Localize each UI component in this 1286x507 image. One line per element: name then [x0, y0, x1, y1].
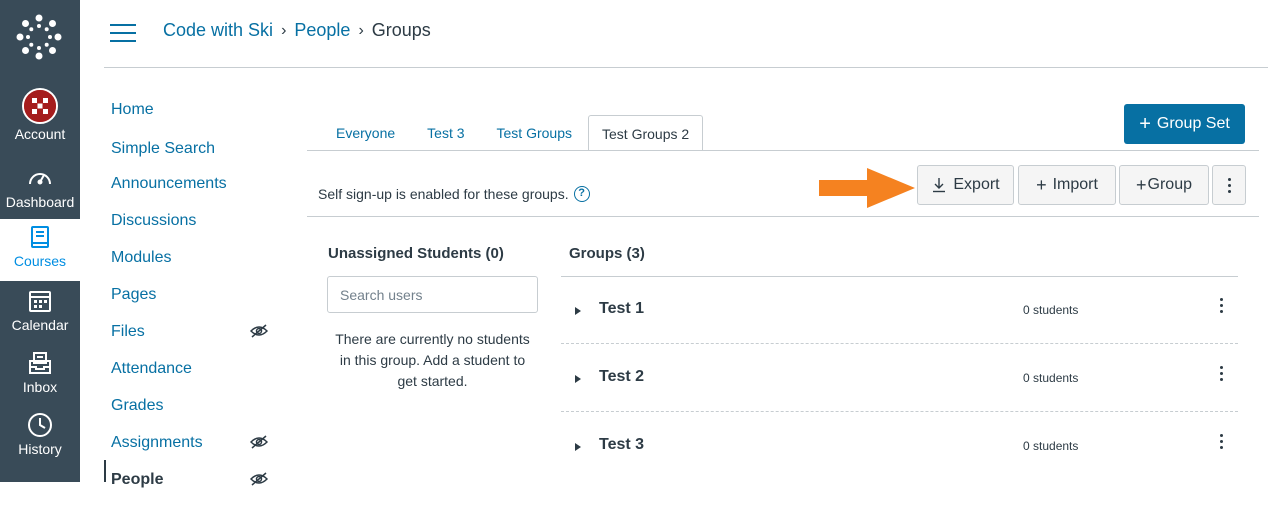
course-nav-simple-search[interactable]: Simple Search — [111, 139, 281, 176]
course-nav: Home Simple Search Announcements Discuss… — [111, 100, 281, 507]
global-nav: Account Dashboard Courses Calendar Inbox… — [0, 0, 80, 482]
breadcrumb-separator-icon: › — [358, 21, 364, 39]
nav-inbox[interactable]: Inbox — [0, 349, 80, 411]
search-users-input[interactable] — [327, 276, 538, 313]
import-button[interactable]: + Import — [1018, 165, 1116, 205]
header-divider — [104, 67, 1268, 68]
group-row[interactable]: Test 3 0 students — [561, 412, 1238, 480]
canvas-logo-icon[interactable] — [16, 14, 62, 60]
import-label: Import — [1052, 176, 1098, 193]
inbox-icon — [29, 352, 51, 374]
account-avatar — [22, 88, 58, 124]
nav-account-label: Account — [14, 126, 66, 142]
nav-dashboard[interactable]: Dashboard — [0, 164, 80, 226]
breadcrumb: Code with Ski › People › Groups — [163, 20, 431, 41]
annotation-arrow-icon — [819, 168, 915, 208]
add-group-set-label: Group Set — [1156, 115, 1230, 132]
tabs-divider — [307, 150, 1259, 151]
history-icon — [28, 413, 52, 437]
more-options-button[interactable] — [1212, 165, 1246, 205]
hidden-eye-icon — [250, 324, 268, 338]
tab-everyone[interactable]: Everyone — [307, 115, 411, 151]
nav-history-label: History — [18, 441, 62, 457]
active-nav-indicator — [104, 460, 106, 482]
nav-inbox-label: Inbox — [22, 379, 58, 395]
plus-icon: + — [1136, 174, 1147, 195]
hamburger-menu-icon[interactable] — [110, 24, 136, 44]
help-question-icon[interactable]: ? — [573, 186, 590, 202]
course-nav-grades[interactable]: Grades — [111, 396, 281, 433]
group-row[interactable]: Test 2 0 students — [561, 344, 1238, 412]
breadcrumb-course-link[interactable]: Code with Ski — [163, 20, 273, 41]
group-name: Test 2 — [599, 368, 645, 385]
course-nav-assignments-label: Assignments — [111, 434, 203, 451]
add-group-label: Group — [1147, 176, 1192, 193]
nav-dashboard-label: Dashboard — [5, 194, 75, 210]
breadcrumb-separator-icon: › — [281, 21, 287, 39]
download-icon — [933, 178, 946, 193]
group-set-tabs: Everyone Test 3 Test Groups Test Groups … — [307, 115, 704, 151]
course-nav-announcements[interactable]: Announcements — [111, 174, 281, 211]
group-name: Test 1 — [599, 300, 645, 317]
export-button[interactable]: Export — [917, 165, 1014, 205]
plus-icon: + — [1139, 112, 1151, 135]
course-nav-files[interactable]: Files — [111, 322, 281, 359]
group-name: Test 3 — [599, 436, 645, 453]
nav-courses[interactable]: Courses — [0, 219, 80, 281]
group-student-count: 0 students — [1023, 371, 1079, 385]
kebab-icon[interactable] — [1213, 366, 1229, 386]
dashboard-icon — [29, 173, 51, 185]
nav-history[interactable]: History — [0, 411, 80, 473]
kebab-icon — [1227, 174, 1231, 196]
course-nav-attendance[interactable]: Attendance — [111, 359, 281, 396]
kebab-icon[interactable] — [1213, 298, 1229, 318]
plus-icon: + — [1036, 174, 1047, 195]
course-nav-modules[interactable]: Modules — [111, 248, 281, 285]
course-nav-people-label: People — [111, 471, 164, 488]
expand-arrow-icon[interactable] — [575, 375, 581, 383]
hidden-eye-icon — [250, 435, 268, 449]
course-nav-home[interactable]: Home — [111, 100, 281, 137]
course-nav-discussions[interactable]: Discussions — [111, 211, 281, 248]
courses-icon — [31, 226, 49, 248]
group-row[interactable]: Test 1 0 students — [561, 276, 1238, 344]
tab-test-3[interactable]: Test 3 — [411, 115, 480, 151]
unassigned-students-heading: Unassigned Students (0) — [328, 245, 504, 262]
add-group-button[interactable]: + Group — [1119, 165, 1209, 205]
breadcrumb-current: Groups — [371, 20, 431, 40]
nav-account[interactable]: Account — [0, 88, 80, 150]
toolbar-divider — [307, 216, 1259, 217]
expand-arrow-icon[interactable] — [575, 443, 581, 451]
breadcrumb-people-link[interactable]: People — [294, 20, 350, 41]
export-label: Export — [953, 176, 1000, 193]
course-nav-people[interactable]: People — [111, 470, 281, 507]
add-group-set-button[interactable]: + Group Set — [1124, 104, 1245, 144]
groups-heading: Groups (3) — [569, 245, 645, 262]
group-student-count: 0 students — [1023, 303, 1079, 317]
nav-calendar[interactable]: Calendar — [0, 287, 80, 349]
kebab-icon[interactable] — [1213, 434, 1229, 454]
course-nav-files-label: Files — [111, 323, 145, 340]
group-student-count: 0 students — [1023, 439, 1079, 453]
calendar-icon — [29, 291, 51, 312]
tab-test-groups[interactable]: Test Groups — [481, 115, 588, 151]
self-signup-notice: Self sign-up is enabled for these groups… — [318, 186, 590, 202]
nav-courses-label: Courses — [13, 253, 67, 269]
expand-arrow-icon[interactable] — [575, 307, 581, 315]
course-nav-pages[interactable]: Pages — [111, 285, 281, 322]
self-signup-text: Self sign-up is enabled for these groups… — [318, 186, 569, 202]
course-nav-assignments[interactable]: Assignments — [111, 433, 281, 470]
nav-calendar-label: Calendar — [11, 317, 69, 333]
empty-group-message: There are currently no students in this … — [335, 331, 530, 389]
tab-test-groups-2[interactable]: Test Groups 2 — [588, 115, 704, 151]
hidden-eye-icon — [250, 472, 268, 486]
